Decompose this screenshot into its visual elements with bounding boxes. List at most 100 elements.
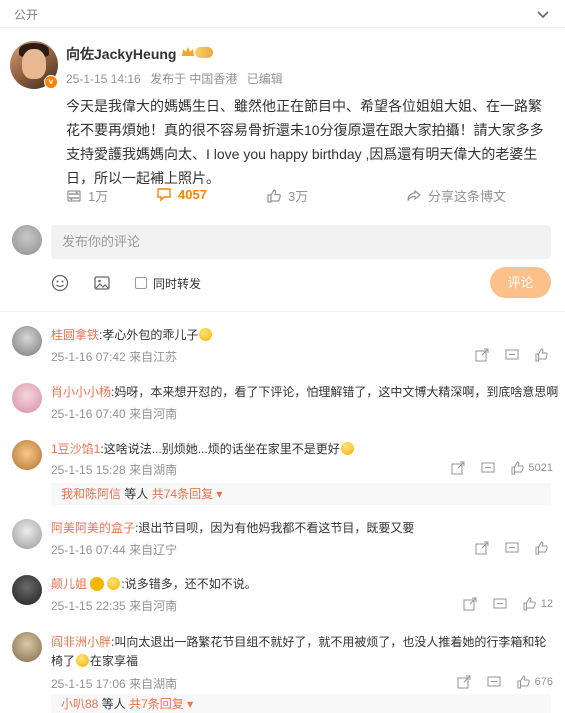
composer-tools: 同时转发 [51,273,201,293]
reply-summary[interactable]: 我和陈阿信 等人 共74条回复 ▾ [51,483,551,505]
comment-body: :说多错多，还不如不说。 [121,577,257,591]
thumb-up-icon[interactable] [517,675,531,689]
emoji-icon[interactable] [51,274,69,292]
visibility-bar: 公开 [0,0,565,28]
emoji-icon [107,577,121,590]
comment-icon[interactable] [481,461,495,475]
comment-button[interactable]: 4057 [156,186,207,202]
comment-meta: 25-1-15 17:06 来自湖南 [51,675,177,692]
visibility-label: 公开 [14,8,39,22]
comment-location: 来自河南 [129,599,178,613]
submit-comment-button[interactable]: 评论 [490,267,551,298]
comment-icon[interactable] [505,348,519,362]
comment-icon [157,188,171,202]
share-icon[interactable] [463,597,477,611]
repost-icon [67,189,81,202]
comment-text: 阿美阿美的盒子:退出节目呗，因为有他妈我都不看这节目，既要又要 [51,520,551,536]
thumb-up-icon[interactable] [511,461,525,475]
comment-location: 来自江苏 [129,350,178,364]
post-actions: 1万 4057 3万 分享这条博文 [66,186,554,206]
share-icon[interactable] [475,541,489,555]
comment-ops: 676 [441,675,553,689]
author-name[interactable]: 向佐JackyHeung [66,44,176,64]
comment-text: 桂圆拿铁:孝心外包的乖儿子 [51,327,551,343]
vip-badge-icon [195,47,213,58]
comment-text: 1豆沙馅1:这啥说法...别烦她...烦的话坐在家里不是更好 [51,441,551,457]
post-time[interactable]: 25-1-15 14:16 [66,72,141,86]
share-icon[interactable] [475,348,489,362]
reply-mid: 等人 [124,487,149,501]
share-button[interactable]: 分享这条博文 [406,186,506,205]
comment-meta: 25-1-16 07:44 来自辽宁 [51,541,177,558]
commenter-avatar[interactable] [12,519,42,549]
reply-name[interactable]: 小叭88 [61,697,98,711]
commenter-avatar[interactable] [12,632,42,662]
comment-time: 25-1-15 15:28 [51,463,126,477]
comment-time: 25-1-16 07:44 [51,543,126,557]
comment-icon[interactable] [505,541,519,555]
like-button[interactable]: 3万 [266,186,308,205]
image-icon[interactable] [93,274,111,292]
commenter-name[interactable]: 1豆沙馅1 [51,442,100,456]
comment-ops [459,541,553,555]
repost-checkbox-label: 同时转发 [153,276,202,291]
like-count: 12 [540,598,553,610]
comment-location: 来自辽宁 [129,543,178,557]
verified-icon: v [44,75,58,89]
commenter-avatar[interactable] [12,440,42,470]
reply-summary[interactable]: 小叭88 等人 共7条回复 ▾ [51,694,551,713]
emoji-icon [340,442,354,455]
share-icon[interactable] [451,461,465,475]
comment-body: :退出节目呗，因为有他妈我都不看这节目，既要又要 [135,521,415,535]
emoji-icon [76,654,90,667]
like-count: 676 [534,676,553,688]
comment-location: 来自湖南 [129,463,178,477]
commenter-avatar[interactable] [12,383,42,413]
chevron-down-icon[interactable] [535,6,551,22]
like-count: 5021 [528,462,553,474]
comment-text: 肖小小小杨:妈呀，本来想开怼的，看了下评论，怕理解错了，这中文博大精深啊，到底啥… [51,384,558,400]
caret-down-icon: ▾ [187,697,194,711]
commenter-name[interactable]: 桂圆拿铁 [51,328,99,342]
commenter-avatar[interactable] [12,575,42,605]
comment-meta: 25-1-16 07:40 来自河南 [51,405,177,422]
comment-body: :这啥说法...别烦她...烦的话坐在家里不是更好 [100,442,340,456]
comment-meta: 25-1-15 22:35 来自河南 [51,597,177,614]
reply-count[interactable]: 共7条回复 [129,697,184,711]
repost-button[interactable]: 1万 [66,186,108,205]
my-avatar [12,225,42,255]
comment-icon[interactable] [493,597,507,611]
reply-count[interactable]: 共74条回复 [152,487,213,501]
thumb-up-icon[interactable] [535,541,549,555]
comment-meta: 25-1-15 15:28 来自湖南 [51,461,177,478]
crown-icon [182,47,194,56]
commenter-name[interactable]: 阿美阿美的盒子 [51,521,135,535]
comment-body: :孝心外包的乖儿子 [99,328,199,342]
post-meta: 25-1-15 14:16 发布于 中国香港 已编辑 [66,70,289,87]
comment-input[interactable]: 发布你的评论 [51,225,551,259]
comment-time: 25-1-15 22:35 [51,599,126,613]
commenter-name[interactable]: 肖小小小杨 [51,385,111,399]
comment-body: :妈呀，本来想开怼的，看了下评论，怕理解错了，这中文博大精深啊，到底啥意思啊 [111,385,559,399]
comment-ops [459,348,553,362]
repost-checkbox[interactable] [135,277,147,289]
post-source: 发布于 中国香港 [150,72,238,86]
share-icon [407,189,421,201]
reply-mid: 等人 [101,697,126,711]
commenter-name[interactable]: 颠儿姐 [51,577,87,591]
thumb-up-icon[interactable] [535,348,549,362]
edited-label[interactable]: 已编辑 [247,72,283,86]
thumb-up-icon [267,188,281,203]
thumb-up-icon[interactable] [523,597,537,611]
comment-body-tail: 在家享福 [90,654,139,668]
commenter-avatar[interactable] [12,326,42,356]
comment-meta: 25-1-16 07:42 来自江苏 [51,348,177,365]
caret-down-icon: ▾ [216,487,223,501]
reply-name[interactable]: 我和陈阿信 [61,487,121,501]
share-icon[interactable] [457,675,471,689]
commenter-name[interactable]: 阎非洲小胖 [51,635,111,649]
comment-icon[interactable] [487,675,501,689]
post-content: 今天是我偉大的媽媽生日、雖然他正在節目中、希望各位姐姐大姐、在一路繁花不要再煩她… [66,98,544,186]
comment-location: 来自湖南 [129,677,178,691]
divider [0,311,565,312]
